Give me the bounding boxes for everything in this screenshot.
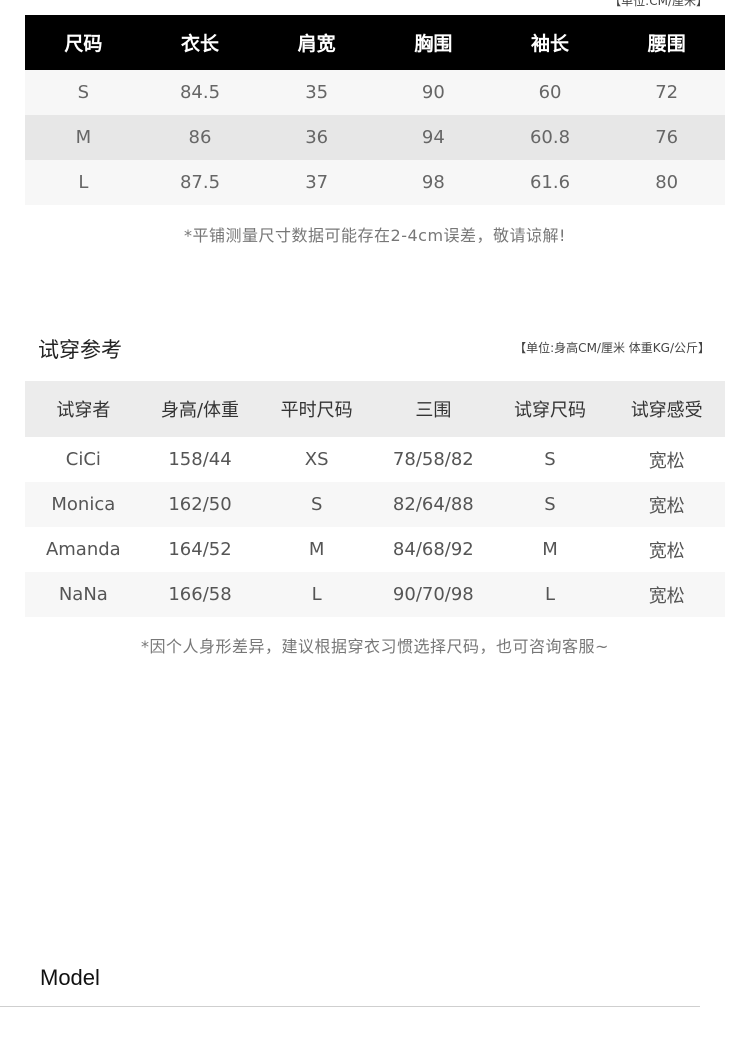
table-cell: 90 <box>421 82 445 103</box>
header-cell-tried-size: 试穿尺码 <box>514 400 587 421</box>
header-cell-shoulder: 肩宽 <box>297 33 336 55</box>
try-on-header: 试穿者 身高/体重 平时尺码 三围 试穿尺码 试穿感受 <box>25 381 725 437</box>
size-chart-header: 尺码 衣长 肩宽 胸围 袖长 腰围 <box>25 15 725 70</box>
table-cell: 80 <box>655 172 679 193</box>
table-cell: 35 <box>305 82 329 103</box>
table-cell: 94 <box>421 127 445 148</box>
table-cell: CiCi <box>65 449 101 470</box>
header-cell-size: 尺码 <box>64 33 103 55</box>
table-cell: 36 <box>305 127 329 148</box>
table-row: Amanda 164/52 M 84/68/92 M 宽松 <box>25 527 725 572</box>
table-row: Monica 162/50 S 82/64/88 S 宽松 <box>25 482 725 527</box>
table-cell: M <box>542 539 558 560</box>
table-cell: 72 <box>655 82 679 103</box>
table-cell: 78/58/82 <box>392 449 474 470</box>
table-cell: S <box>310 494 323 515</box>
header-cell-length: 衣长 <box>181 33 220 55</box>
table-cell: 162/50 <box>168 494 232 515</box>
table-cell: 61.6 <box>529 172 571 193</box>
table-cell: 164/52 <box>168 539 232 560</box>
header-cell-tester: 试穿者 <box>56 400 111 421</box>
table-row: CiCi 158/44 XS 78/58/82 S 宽松 <box>25 437 725 482</box>
table-cell: L <box>545 584 556 605</box>
table-cell: S <box>544 494 556 515</box>
table-cell: M <box>75 127 92 148</box>
model-section-title: Model <box>40 965 100 990</box>
header-cell-sleeve: 袖长 <box>531 33 570 55</box>
table-cell: 37 <box>305 172 329 193</box>
table-cell: 166/58 <box>168 584 232 605</box>
table-cell: M <box>308 539 325 560</box>
size-chart-table: 尺码 衣长 肩宽 胸围 袖长 腰围 S 84.5 35 90 60 72 M 8… <box>25 15 725 205</box>
table-cell: 宽松 <box>648 540 685 562</box>
try-on-unit-note: 【单位:身高CM/厘米 体重KG/公斤】 <box>514 341 710 355</box>
table-row: S 84.5 35 90 60 72 <box>25 70 725 115</box>
table-cell: 90/70/98 <box>392 584 474 605</box>
table-cell: 84.5 <box>179 82 221 103</box>
header-cell-waist: 腰围 <box>647 33 686 55</box>
header-cell-usual-size: 平时尺码 <box>280 400 353 421</box>
table-cell: Monica <box>51 494 116 515</box>
table-cell: L <box>311 584 322 605</box>
table-cell: 82/64/88 <box>392 494 474 515</box>
try-on-table: 试穿者 身高/体重 平时尺码 三围 试穿尺码 试穿感受 CiCi 158/44 … <box>25 381 725 617</box>
table-cell: XS <box>304 449 329 470</box>
table-cell: S <box>77 82 90 103</box>
header-cell-feeling: 试穿感受 <box>630 400 703 421</box>
table-cell: Amanda <box>45 539 121 560</box>
header-cell-chest: 胸围 <box>414 33 453 55</box>
table-cell: NaNa <box>58 584 108 605</box>
size-unit-note: 【单位:CM/厘米】 <box>609 0 708 8</box>
size-measurement-note: *平铺测量尺寸数据可能存在2-4cm误差，敬请谅解! <box>184 226 566 245</box>
table-cell: 60.8 <box>529 127 571 148</box>
header-cell-measurements: 三围 <box>415 400 452 421</box>
try-on-advice-note: *因个人身形差异，建议根据穿衣习惯选择尺码，也可咨询客服~ <box>141 637 609 656</box>
table-cell: 宽松 <box>648 585 685 607</box>
table-row: L 87.5 37 98 61.6 80 <box>25 160 725 205</box>
table-row: NaNa 166/58 L 90/70/98 L 宽松 <box>25 572 725 617</box>
try-on-title: 试穿参考 <box>38 338 122 362</box>
table-cell: 87.5 <box>179 172 221 193</box>
table-cell: L <box>78 172 89 193</box>
table-cell: 84/68/92 <box>392 539 474 560</box>
table-cell: 76 <box>655 127 679 148</box>
table-cell: 宽松 <box>648 495 685 517</box>
table-cell: S <box>544 449 556 470</box>
table-cell: 158/44 <box>168 449 232 470</box>
header-cell-height-weight: 身高/体重 <box>160 400 240 421</box>
table-row: M 86 36 94 60.8 76 <box>25 115 725 160</box>
table-cell: 98 <box>421 172 445 193</box>
divider <box>0 1006 700 1007</box>
table-cell: 宽松 <box>648 450 685 472</box>
table-cell: 60 <box>538 82 562 103</box>
table-cell: 86 <box>188 127 212 148</box>
